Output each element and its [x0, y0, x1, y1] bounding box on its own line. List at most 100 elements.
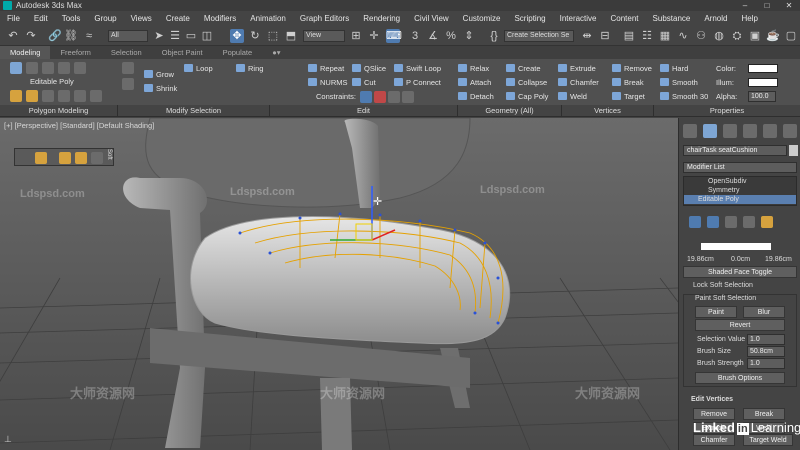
menu-substance[interactable]: Substance — [646, 14, 698, 23]
rendered-frame-icon[interactable]: ▣ — [748, 29, 762, 43]
collapse-stack-icon[interactable] — [42, 90, 54, 102]
remove-vertex-button[interactable]: Remove — [693, 408, 735, 420]
stack-item-symmetry[interactable]: Symmetry — [684, 186, 796, 195]
section-modify-selection[interactable]: Modify Selection — [118, 105, 270, 116]
revert-button[interactable]: Revert — [695, 319, 785, 331]
loop-button[interactable]: Loop — [184, 64, 213, 74]
qslice-button[interactable]: QSlice — [352, 64, 386, 74]
menu-scripting[interactable]: Scripting — [507, 14, 552, 23]
border-mode-icon[interactable] — [42, 62, 54, 74]
detach-button[interactable]: Detach — [458, 92, 494, 102]
schematic-view-icon[interactable]: ⚇ — [694, 29, 708, 43]
bind-spacewarp-icon[interactable]: ≈ — [82, 29, 96, 43]
ring-button[interactable]: Ring — [236, 64, 263, 74]
constraint-face-icon[interactable] — [388, 91, 400, 103]
layer-explorer-icon[interactable]: ☷ — [640, 29, 654, 43]
configure-modifier-sets-icon[interactable] — [761, 216, 773, 228]
smooth30-button[interactable]: Smooth 30 — [660, 92, 708, 102]
section-polygon-modeling[interactable]: Polygon Modeling — [0, 105, 118, 116]
repeat-button[interactable]: Repeat — [308, 64, 344, 74]
render-teapot-icon[interactable]: ☕ — [766, 29, 780, 43]
brush-strength-spinner[interactable]: 1.0 — [747, 358, 785, 369]
collapse-button[interactable]: Collapse — [506, 78, 547, 88]
tab-object-paint[interactable]: Object Paint — [152, 46, 213, 59]
selection-value-spinner[interactable]: 1.0 — [747, 334, 785, 345]
snaps-toggle-icon[interactable]: 3 — [408, 29, 422, 43]
menu-interactive[interactable]: Interactive — [553, 14, 604, 23]
modifier-list-dropdown[interactable]: Modifier List — [683, 162, 797, 173]
shrink-button[interactable]: Shrink — [144, 84, 177, 94]
make-unique-icon[interactable] — [725, 216, 737, 228]
seat-cushion[interactable] — [190, 216, 511, 345]
create-tab-icon[interactable] — [683, 124, 697, 138]
menu-create[interactable]: Create — [159, 14, 197, 23]
render-setup-icon[interactable]: ⛭ — [730, 29, 744, 43]
soft-tool-icon-4[interactable] — [91, 152, 103, 164]
section-geometry-all[interactable]: Geometry (All) — [458, 105, 562, 116]
edit-vertices-rollout[interactable]: Edit Vertices — [691, 394, 733, 405]
quick-slice-icon[interactable] — [90, 90, 102, 102]
preview-icon[interactable] — [58, 90, 70, 102]
placement-icon[interactable]: ⬒ — [284, 29, 298, 43]
cut-button[interactable]: Cut — [352, 78, 376, 88]
lock-soft-selection-checkbox[interactable]: Lock Soft Selection — [693, 280, 753, 291]
tab-freeform[interactable]: Freeform — [50, 46, 100, 59]
swift-loop-button[interactable]: Swift Loop — [394, 64, 441, 74]
mirror-icon[interactable]: ⇹ — [580, 29, 594, 43]
pin-stack-icon[interactable] — [26, 90, 38, 102]
constraint-edge-icon[interactable] — [374, 91, 386, 103]
close-icon[interactable]: ✕ — [778, 0, 800, 11]
utilities-tab-icon[interactable] — [783, 124, 797, 138]
paint-button[interactable]: Paint — [695, 306, 737, 318]
show-end-result-icon[interactable] — [707, 216, 719, 228]
window-crossing-icon[interactable]: ◫ — [200, 29, 214, 43]
color-swatch[interactable] — [748, 64, 778, 73]
stack-item-editable-poly[interactable]: Editable Poly — [684, 195, 796, 204]
select-manipulate-icon[interactable]: ✛ — [367, 29, 381, 43]
p-connect-button[interactable]: P Connect — [394, 78, 441, 88]
undo-icon[interactable]: ↶ — [6, 29, 20, 43]
menu-animation[interactable]: Animation — [243, 14, 293, 23]
shaded-face-toggle-button[interactable]: Shaded Face Toggle — [683, 266, 797, 278]
redo-icon[interactable]: ↷ — [24, 29, 38, 43]
menu-file[interactable]: File — [0, 14, 27, 23]
constraint-normal-icon[interactable] — [402, 91, 414, 103]
ribbon-options-icon[interactable]: ●▾ — [262, 46, 290, 59]
illum-swatch[interactable] — [748, 78, 778, 87]
edge-mode-icon[interactable] — [26, 62, 38, 74]
rotate-icon[interactable]: ↻ — [248, 29, 262, 43]
perspective-viewport[interactable]: ✛ [+] [Perspective] [Standard] [Default … — [0, 118, 678, 450]
soft-tool-icon-1[interactable] — [35, 152, 47, 164]
spinner-snap-icon[interactable]: ⇕ — [462, 29, 476, 43]
tab-populate[interactable]: Populate — [213, 46, 263, 59]
extrude-button[interactable]: Extrude — [558, 64, 596, 74]
move-icon[interactable]: ✥ — [230, 29, 244, 43]
polygon-mode-icon[interactable] — [58, 62, 70, 74]
editable-poly-label[interactable]: Editable Poly — [30, 77, 74, 87]
break-button[interactable]: Break — [612, 78, 644, 88]
viewport-label[interactable]: [+] [Perspective] [Standard] [Default Sh… — [4, 121, 154, 130]
menu-group[interactable]: Group — [87, 14, 123, 23]
constraint-none-icon[interactable] — [360, 91, 372, 103]
tab-selection[interactable]: Selection — [101, 46, 152, 59]
element-mode-icon[interactable] — [74, 62, 86, 74]
create-button[interactable]: Create — [506, 64, 541, 74]
menu-content[interactable]: Content — [604, 14, 646, 23]
nurms-button[interactable]: NURMS — [308, 78, 348, 88]
object-color-swatch[interactable] — [789, 145, 798, 156]
modify-sel-icon-1[interactable] — [122, 62, 134, 74]
material-editor-icon[interactable]: ◍ — [712, 29, 726, 43]
align-icon[interactable]: ⊟ — [598, 29, 612, 43]
cap-poly-button[interactable]: Cap Poly — [506, 92, 548, 102]
motion-tab-icon[interactable] — [743, 124, 757, 138]
soft-tool-icon-2[interactable] — [59, 152, 71, 164]
brush-size-spinner[interactable]: 50.8cm — [747, 346, 785, 357]
select-object-icon[interactable]: ➤ — [152, 29, 166, 43]
menu-tools[interactable]: Tools — [55, 14, 88, 23]
menu-customize[interactable]: Customize — [456, 14, 508, 23]
link-icon[interactable]: 🔗 — [48, 29, 62, 43]
maximize-icon[interactable]: □ — [756, 0, 778, 11]
menu-arnold[interactable]: Arnold — [697, 14, 734, 23]
remove-modifier-icon[interactable] — [743, 216, 755, 228]
chamfer-vertex-button[interactable]: Chamfer — [693, 434, 735, 446]
